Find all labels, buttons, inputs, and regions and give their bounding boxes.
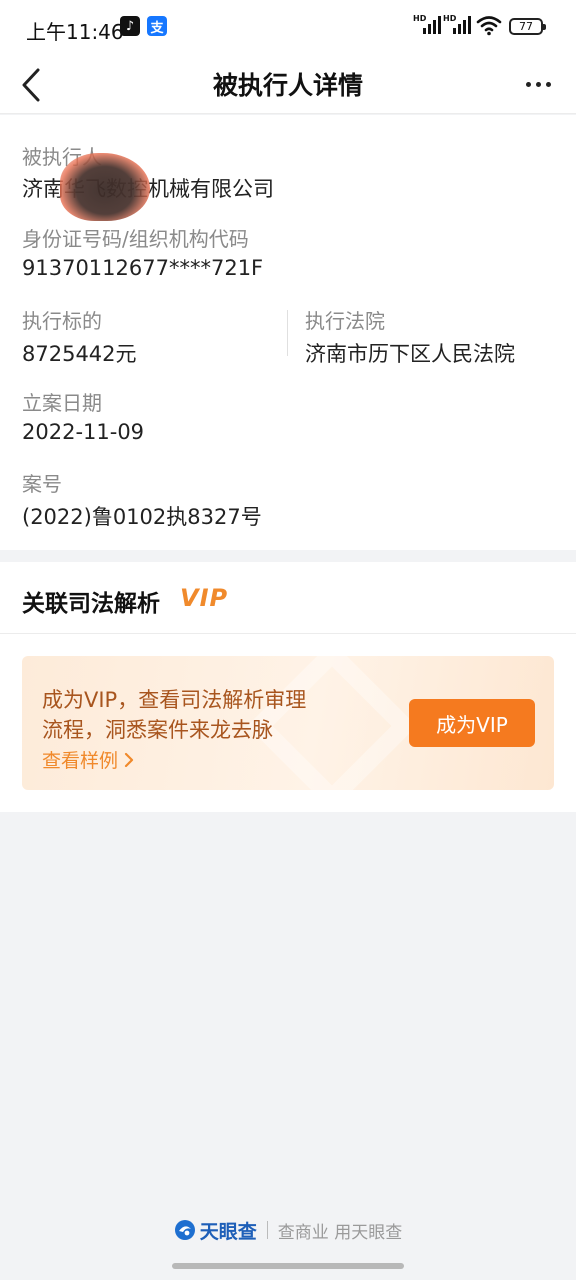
redaction-smudge (60, 153, 150, 221)
column-divider (287, 310, 288, 356)
id-code-value: 91370112677****721F (22, 256, 264, 280)
footer-divider (266, 1221, 268, 1239)
section-title: 关联司法解析 (22, 591, 160, 617)
filing-date-value: 2022-11-09 (22, 420, 145, 444)
chevron-right-icon (124, 752, 134, 767)
vip-badge: VIP (180, 584, 229, 612)
home-indicator[interactable] (172, 1263, 404, 1269)
court-label: 执行法院 (305, 309, 385, 333)
wifi-icon (476, 16, 502, 36)
judicial-analysis-section: 关联司法解析 VIP 成为VIP，查看司法解析审理 流程，洞悉案件来龙去脉 查看… (0, 562, 576, 812)
subject-label: 执行标的 (22, 309, 102, 333)
subject-value: 8725442元 (22, 342, 137, 366)
signal-icon: HD (413, 14, 441, 34)
promo-text-line1: 成为VIP，查看司法解析审理 (42, 688, 307, 712)
court-value: 济南市历下区人民法院 (305, 342, 515, 366)
footer-slogan: 查商业 用天眼查 (277, 1222, 403, 1243)
status-bar: 上午11:46 ♪ 支 HD HD 77 (0, 0, 576, 56)
details-card: 被执行人 济南华飞数控机械有限公司 身份证号码/组织机构代码 913701126… (0, 115, 576, 550)
nav-bar: 被执行人详情 (0, 56, 576, 114)
status-time: 上午11:46 (26, 20, 124, 44)
footer: 天眼查 查商业 用天眼查 (0, 1215, 576, 1245)
more-button[interactable] (518, 64, 558, 104)
battery-level: 77 (519, 20, 533, 33)
section-header: 关联司法解析 VIP (0, 562, 576, 634)
battery-icon: 77 (509, 18, 546, 35)
view-sample-label: 查看样例 (42, 750, 119, 772)
view-sample-link[interactable]: 查看样例 (42, 746, 136, 773)
filing-date-label: 立案日期 (22, 391, 102, 415)
id-code-label: 身份证号码/组织机构代码 (22, 227, 249, 251)
alipay-icon: 支 (147, 16, 167, 36)
more-icon (525, 81, 551, 87)
signal-icon: HD (443, 14, 471, 34)
vip-promo-card: 成为VIP，查看司法解析审理 流程，洞悉案件来龙去脉 查看样例 成为VIP (22, 656, 554, 790)
case-no-value: (2022)鲁0102执8327号 (22, 505, 262, 529)
tianyancha-logo-icon (174, 1220, 195, 1240)
tiktok-icon: ♪ (120, 16, 140, 36)
footer-brand: 天眼查 (174, 1217, 257, 1244)
page-title: 被执行人详情 (212, 71, 363, 100)
case-no-label: 案号 (22, 472, 62, 496)
promo-text-line2: 流程，洞悉案件来龙去脉 (42, 718, 273, 742)
become-vip-button[interactable]: 成为VIP (409, 699, 535, 747)
footer-brand-name: 天眼查 (199, 1220, 257, 1243)
